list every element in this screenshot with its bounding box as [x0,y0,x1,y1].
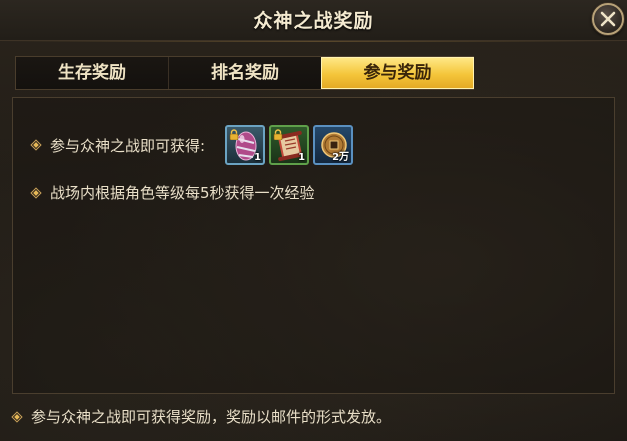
reward-item-coin[interactable]: 2万 [313,125,354,165]
tab-survival-reward[interactable]: 生存奖励 [16,57,168,89]
lock-icon [229,129,239,140]
footer-note-text: 参与众神之战即可获得奖励，奖励以邮件的形式发放。 [31,408,392,426]
participation-label: 参与众神之战即可获得: [50,136,206,155]
reward-count: 1 [254,152,262,163]
reward-item-list: 1 1 2万 [225,125,354,165]
footer-note: 参与众神之战即可获得奖励，奖励以邮件的形式发放。 [11,406,392,427]
tab-bar: 生存奖励 排名奖励 参与奖励 [15,56,474,90]
diamond-bullet-icon [30,139,42,151]
reward-count: 1 [298,152,306,163]
tab-ranking-reward[interactable]: 排名奖励 [168,57,321,89]
experience-info-row: 战场内根据角色等级每5秒获得一次经验 [30,182,315,203]
title-bar: 众神之战奖励 [0,0,627,42]
reward-count: 2万 [332,152,350,163]
close-button[interactable] [592,3,624,35]
experience-info-text: 战场内根据角色等级每5秒获得一次经验 [50,184,315,202]
reward-item-egg[interactable]: 1 [225,125,266,165]
dialog-title: 众神之战奖励 [253,10,374,32]
diamond-bullet-icon [30,186,42,199]
lock-icon [273,129,283,140]
diamond-bullet-icon [11,410,23,423]
close-icon [600,11,616,27]
participation-reward-row: 参与众神之战即可获得: 1 1 2万 [30,125,354,165]
tab-participation-reward[interactable]: 参与奖励 [321,57,474,89]
reward-item-scroll[interactable]: 1 [269,125,310,165]
reward-dialog: 众神之战奖励 生存奖励 排名奖励 参与奖励 参与众神之战即可获得: 1 1 2万… [0,0,627,441]
